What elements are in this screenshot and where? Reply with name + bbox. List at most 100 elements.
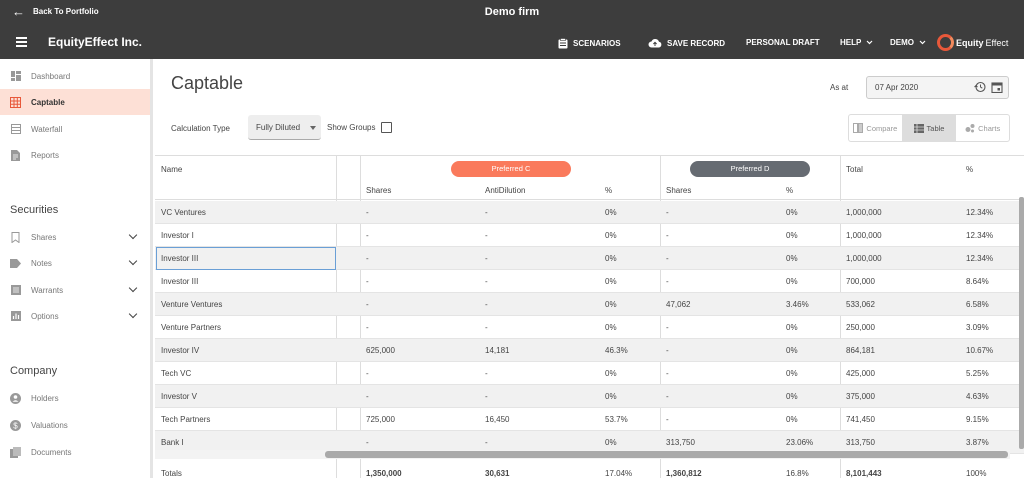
total-cell: 425,000 (846, 369, 875, 378)
nav-bar: EquityEffect Inc. SCENARIOS SAVE RECORD … (0, 26, 1024, 59)
holder-name-cell[interactable]: Venture Ventures (161, 300, 222, 309)
holder-name-cell[interactable]: Venture Partners (161, 323, 221, 332)
holder-name-cell[interactable]: Investor IV (161, 346, 199, 355)
holder-name-cell[interactable]: Bank I (161, 438, 184, 447)
antidilution-cell: 16,450 (485, 415, 510, 424)
preferred-d-shares-cell: - (666, 415, 669, 424)
antidilution-cell: - (485, 438, 488, 447)
preferred-c-percent-header[interactable]: % (605, 186, 612, 195)
sidebar-item-waterfall[interactable]: Waterfall (0, 116, 150, 142)
preferred-d-shares-cell: - (666, 323, 669, 332)
calculation-type-select[interactable]: Fully Diluted (248, 115, 321, 140)
preferred-d-percent-cell: 0% (786, 254, 798, 263)
preferred-d-shares-cell: 47,062 (666, 300, 691, 309)
table-view-button[interactable]: Table (902, 115, 957, 141)
calendar-icon[interactable] (991, 81, 1003, 93)
preferred-c-shares-cell: - (366, 323, 369, 332)
sidebar-item-dashboard[interactable]: Dashboard (0, 63, 150, 89)
sidebar-item-shares[interactable]: Shares (0, 224, 150, 250)
table-row[interactable]: Investor III - - 0% - 0% 1,000,000 12.34% (155, 247, 1024, 270)
table-row[interactable]: Investor IV 625,000 14,181 46.3% - 0% 864,181 1… (155, 339, 1024, 362)
table-row[interactable]: Venture Partners - - 0% - 0% 250,000 3.09% (155, 316, 1024, 339)
holder-name-cell[interactable]: Investor I (161, 231, 194, 240)
antidilution-header[interactable]: AntiDilution (485, 186, 525, 195)
page-title: Captable (171, 73, 244, 93)
chevron-down-icon[interactable] (128, 256, 138, 266)
scenarios-button[interactable]: SCENARIOS (558, 38, 621, 49)
menu-icon[interactable] (16, 37, 27, 47)
antidilution-cell: - (485, 208, 488, 217)
chevron-down-icon[interactable] (128, 283, 138, 293)
table-row[interactable]: Investor I - - 0% - 0% 1,000,000 12.34% (155, 224, 1024, 247)
sidebar-item-captable[interactable]: Captable (0, 89, 150, 115)
preferred-c-percent-cell: 0% (605, 392, 617, 401)
as-at-date-field[interactable]: 07 Apr 2020 (866, 76, 1009, 99)
horizontal-scrollbar[interactable] (155, 450, 1010, 459)
sidebar-item-warrants[interactable]: Warrants (0, 277, 150, 303)
sidebar-item-holders[interactable]: Holders (0, 385, 150, 411)
total-cell: 313,750 (846, 438, 875, 447)
help-menu[interactable]: HELP (840, 38, 873, 47)
antidilution-cell: - (485, 231, 488, 240)
preferred-d-shares-cell: - (666, 392, 669, 401)
sidebar-item-reports[interactable]: Reports (0, 142, 150, 168)
captable-table: Name Preferred C Preferred D Total % Sha… (155, 155, 1024, 478)
sidebar-item-label: Waterfall (31, 124, 63, 134)
personal-draft-button[interactable]: PERSONAL DRAFT (746, 38, 820, 47)
chevron-down-icon[interactable] (128, 230, 138, 240)
preferred-d-shares-cell: - (666, 346, 669, 355)
preferred-c-percent-cell: 0% (605, 254, 617, 263)
company-heading: Company (10, 365, 58, 377)
table-row[interactable]: Tech VC - - 0% - 0% 425,000 5.25% (155, 362, 1024, 385)
holder-name-cell[interactable]: Tech Partners (161, 415, 210, 424)
sidebar-item-documents[interactable]: Documents (0, 439, 150, 465)
sidebar-item-options[interactable]: Options (0, 303, 150, 329)
total-cell: 250,000 (846, 323, 875, 332)
save-record-button[interactable]: SAVE RECORD (648, 38, 725, 48)
preferred-d-shares-cell: 313,750 (666, 438, 695, 447)
documents-icon (10, 446, 21, 458)
sidebar-item-valuations[interactable]: $ Valuations (0, 412, 150, 438)
demo-menu[interactable]: DEMO (890, 38, 926, 47)
totals-total: 8,101,443 (846, 469, 882, 478)
preferred-d-percent-header[interactable]: % (786, 186, 793, 195)
vertical-scrollbar[interactable] (1019, 197, 1024, 449)
holder-name-cell[interactable]: Investor V (161, 392, 197, 401)
holder-name-cell[interactable]: VC Ventures (161, 208, 206, 217)
dollar-icon: $ (10, 419, 21, 431)
charts-view-button[interactable]: Charts (956, 115, 1009, 141)
total-column-header[interactable]: Total (846, 165, 863, 174)
preferred-d-group-badge: Preferred D (690, 161, 810, 177)
totals-d-shares: 1,360,812 (666, 469, 702, 478)
totals-c-percent: 17.04% (605, 469, 633, 478)
holder-name-cell[interactable]: Investor III (161, 254, 198, 263)
table-row[interactable]: Venture Ventures - - 0% 47,062 3.46% 533,062 6.… (155, 293, 1024, 316)
name-column-header[interactable]: Name (161, 165, 182, 174)
history-icon[interactable] (974, 81, 986, 93)
table-row[interactable]: VC Ventures - - 0% - 0% 1,000,000 12.34% (155, 201, 1024, 224)
company-name: EquityEffect Inc. (48, 35, 143, 49)
chevron-down-icon[interactable] (128, 309, 138, 319)
sidebar-item-notes[interactable]: Notes (0, 250, 150, 276)
preferred-d-percent-cell: 3.46% (786, 300, 809, 309)
table-row[interactable]: Investor V - - 0% - 0% 375,000 4.63% (155, 385, 1024, 408)
preferred-d-shares-header[interactable]: Shares (666, 186, 691, 195)
show-groups-checkbox[interactable] (381, 122, 392, 133)
preferred-d-shares-cell: - (666, 277, 669, 286)
percent-cell: 3.09% (966, 323, 989, 332)
compare-label: Compare (866, 123, 898, 133)
table-row[interactable]: Tech Partners 725,000 16,450 53.7% - 0% 741,45… (155, 408, 1024, 431)
percent-column-header[interactable]: % (966, 165, 973, 174)
preferred-c-shares-header[interactable]: Shares (366, 186, 391, 195)
antidilution-cell: - (485, 254, 488, 263)
sidebar-item-label: Holders (31, 393, 59, 403)
preferred-c-group-badge: Preferred C (451, 161, 571, 177)
scrollbar-thumb[interactable] (325, 451, 1008, 458)
totals-c-antidilution: 30,631 (485, 469, 510, 478)
holder-name-cell[interactable]: Investor III (161, 277, 198, 286)
preferred-c-percent-cell: 0% (605, 438, 617, 447)
holder-name-cell[interactable]: Tech VC (161, 369, 191, 378)
top-bar: ← Back To Portfolio Demo firm (0, 0, 1024, 26)
compare-view-button[interactable]: Compare (849, 115, 903, 141)
table-row[interactable]: Investor III - - 0% - 0% 700,000 8.64% (155, 270, 1024, 293)
